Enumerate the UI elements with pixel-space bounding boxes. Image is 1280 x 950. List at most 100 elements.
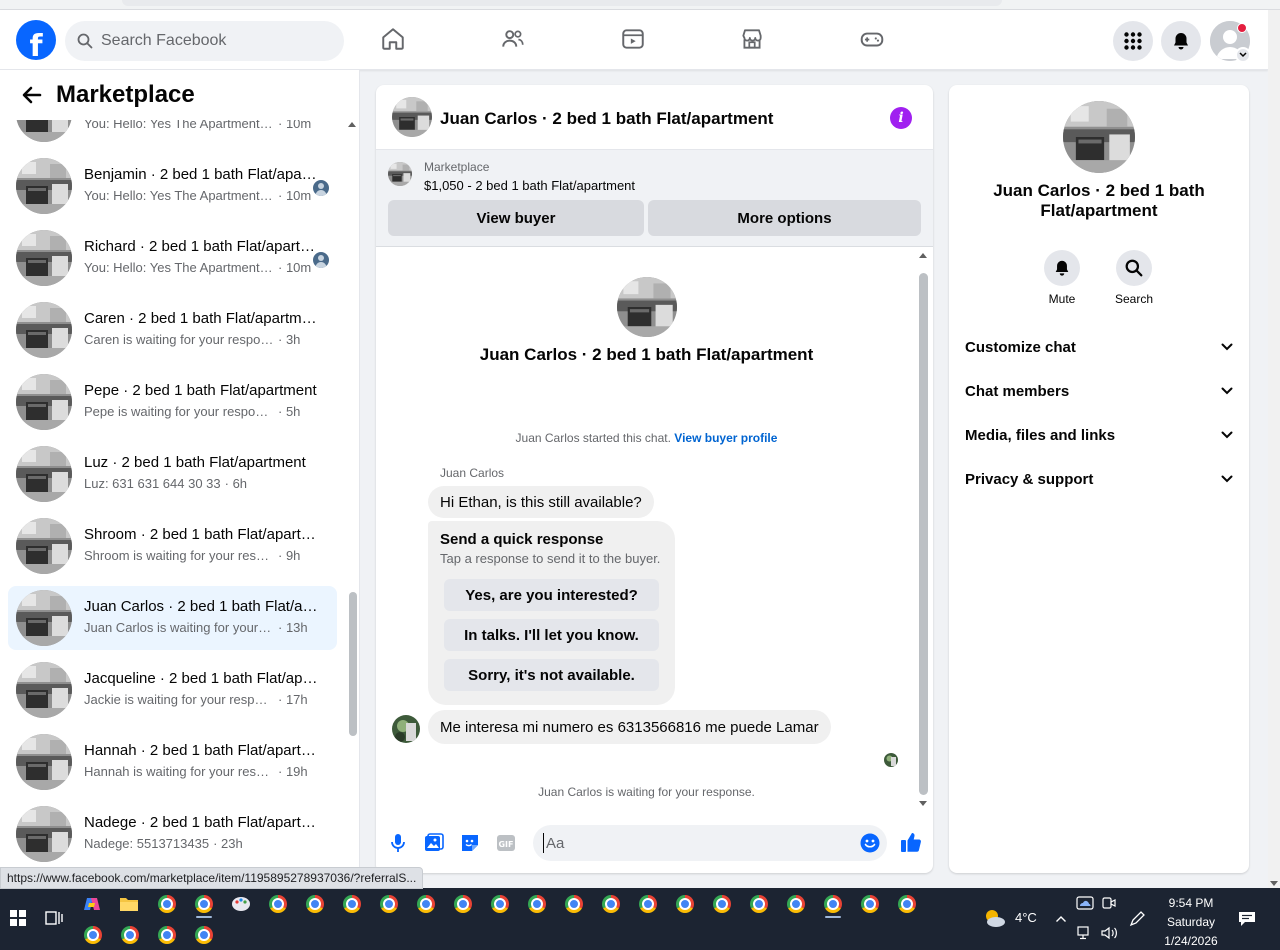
conversation-item[interactable]: Hannah · 2 bed 1 bath Flat/apartment Hann…: [8, 730, 337, 794]
conversation-item[interactable]: Pepe · 2 bed 1 bath Flat/apartment Pepe i…: [8, 370, 337, 434]
conversation-item[interactable]: Juan Carlos · 2 bed 1 bath Flat/apartmen…: [8, 586, 337, 650]
facebook-logo[interactable]: f: [16, 20, 56, 60]
search-input[interactable]: [101, 32, 321, 50]
conversation-item[interactable]: Richard · 2 bed 1 bath Flat/apartment You…: [8, 226, 337, 290]
chevron-up-icon[interactable]: [1052, 910, 1070, 928]
sticker-icon[interactable]: [460, 833, 480, 853]
copilot-icon[interactable]: [80, 892, 104, 916]
system-clock[interactable]: 9:54 PM Saturday 1/24/2026: [1156, 894, 1226, 950]
menu-grid-icon[interactable]: [1113, 21, 1153, 61]
seen-avatar: [313, 252, 329, 268]
chrome-icon[interactable]: [895, 892, 919, 916]
chrome-icon[interactable]: [673, 892, 697, 916]
search-icon[interactable]: [1116, 250, 1152, 286]
file-explorer-icon[interactable]: [117, 892, 141, 916]
conversation-item[interactable]: Luz · 2 bed 1 bath Flat/apartment Luz: 63…: [8, 442, 337, 506]
conversation-item[interactable]: Benjamin · 2 bed 1 bath Flat/apartment Yo…: [8, 154, 337, 218]
microphone-icon[interactable]: [388, 833, 408, 853]
privacy-support-row[interactable]: Privacy & support: [965, 461, 1233, 497]
chrome-icon[interactable]: [858, 892, 882, 916]
media-files-links-row[interactable]: Media, files and links: [965, 417, 1233, 453]
task-view-icon[interactable]: [42, 906, 66, 930]
gaming-icon[interactable]: [859, 26, 885, 52]
customize-chat-row[interactable]: Customize chat: [965, 329, 1233, 365]
chrome-icon[interactable]: [562, 892, 586, 916]
bell-icon[interactable]: [1044, 250, 1080, 286]
message-input[interactable]: [543, 833, 843, 853]
weather-temperature[interactable]: 4°C: [1015, 910, 1037, 925]
page-scrollbar[interactable]: [1268, 10, 1280, 888]
listing-price-title[interactable]: $1,050 - 2 bed 1 bath Flat/apartment: [424, 178, 635, 193]
search-chat-button[interactable]: Search: [1104, 250, 1164, 306]
chrome-icon[interactable]: [784, 892, 808, 916]
quick-response-not-available[interactable]: Sorry, it's not available.: [444, 659, 659, 691]
friends-icon[interactable]: [500, 26, 526, 52]
chat-title[interactable]: Juan Carlos · 2 bed 1 bath Flat/apartmen…: [440, 109, 773, 129]
scroll-up-arrow-icon[interactable]: [919, 253, 927, 258]
chevron-down-icon[interactable]: [1235, 47, 1251, 63]
chrome-icon[interactable]: [303, 892, 327, 916]
conversation-item[interactable]: Shroom · 2 bed 1 bath Flat/apartment Shro…: [8, 514, 337, 578]
notifications-icon[interactable]: [1238, 910, 1256, 928]
like-icon[interactable]: [900, 831, 922, 853]
sender-avatar[interactable]: [392, 715, 420, 743]
search-box[interactable]: [65, 21, 344, 61]
chrome-icon[interactable]: [414, 892, 438, 916]
home-icon[interactable]: [380, 26, 406, 52]
mute-button[interactable]: Mute: [1032, 250, 1092, 306]
chrome-icon[interactable]: [710, 892, 734, 916]
conversation-item[interactable]: Caren · 2 bed 1 bath Flat/apartment Caren…: [8, 298, 337, 362]
weather-icon[interactable]: [982, 906, 1006, 930]
chat-avatar[interactable]: [392, 97, 432, 137]
quick-response-yes[interactable]: Yes, are you interested?: [444, 579, 659, 611]
chrome-icon[interactable]: [266, 892, 290, 916]
scroll-up-arrow-icon[interactable]: [348, 122, 356, 127]
details-avatar[interactable]: [1063, 101, 1135, 173]
onedrive-icon[interactable]: [1076, 894, 1094, 912]
conversation-item[interactable]: Nadege · 2 bed 1 bath Flat/apartment Nade…: [8, 802, 337, 866]
chrome-icon[interactable]: [340, 892, 364, 916]
quick-response-in-talks[interactable]: In talks. I'll let you know.: [444, 619, 659, 651]
photo-icon[interactable]: [424, 833, 444, 853]
listing-banner: Marketplace $1,050 - 2 bed 1 bath Flat/a…: [376, 150, 933, 247]
scroll-down-arrow-icon[interactable]: [919, 801, 927, 806]
video-icon[interactable]: [620, 26, 646, 52]
view-buyer-profile-link[interactable]: View buyer profile: [674, 431, 777, 445]
chrome-icon[interactable]: [81, 923, 105, 947]
pen-icon[interactable]: [1128, 910, 1146, 928]
info-icon[interactable]: i: [890, 107, 912, 129]
scroll-down-arrow-icon[interactable]: [1270, 881, 1278, 886]
conversation-item[interactable]: Jacqueline · 2 bed 1 bath Flat/apartment…: [8, 658, 337, 722]
emoji-icon[interactable]: [860, 833, 880, 853]
chrome-icon[interactable]: [747, 892, 771, 916]
chrome-icon[interactable]: [599, 892, 623, 916]
message-input-box[interactable]: [533, 825, 887, 861]
chrome-icon[interactable]: [192, 892, 216, 916]
chrome-icon[interactable]: [636, 892, 660, 916]
chrome-icon[interactable]: [155, 892, 179, 916]
chrome-icon[interactable]: [821, 892, 845, 916]
chrome-icon[interactable]: [377, 892, 401, 916]
network-icon[interactable]: [1076, 924, 1094, 942]
chrome-icon[interactable]: [155, 923, 179, 947]
bell-icon[interactable]: [1161, 21, 1201, 61]
meet-icon[interactable]: [1100, 894, 1118, 912]
windows-start-icon[interactable]: [10, 910, 26, 926]
paint-icon[interactable]: [229, 892, 253, 916]
chrome-icon[interactable]: [488, 892, 512, 916]
listing-thumbnail[interactable]: [388, 162, 412, 186]
chrome-icon[interactable]: [192, 923, 216, 947]
chrome-icon[interactable]: [118, 923, 142, 947]
back-arrow-icon[interactable]: [20, 83, 44, 107]
volume-icon[interactable]: [1100, 924, 1118, 942]
gif-icon[interactable]: GIF: [496, 833, 516, 853]
marketplace-icon[interactable]: [739, 26, 765, 52]
view-buyer-button[interactable]: View buyer: [388, 200, 644, 236]
chrome-icon[interactable]: [451, 892, 475, 916]
browser-address-bar[interactable]: [122, 0, 1002, 6]
chat-scrollbar[interactable]: [919, 273, 928, 795]
sidebar-scrollbar[interactable]: [349, 592, 357, 736]
chat-members-row[interactable]: Chat members: [965, 373, 1233, 409]
more-options-button[interactable]: More options: [648, 200, 921, 236]
chrome-icon[interactable]: [525, 892, 549, 916]
